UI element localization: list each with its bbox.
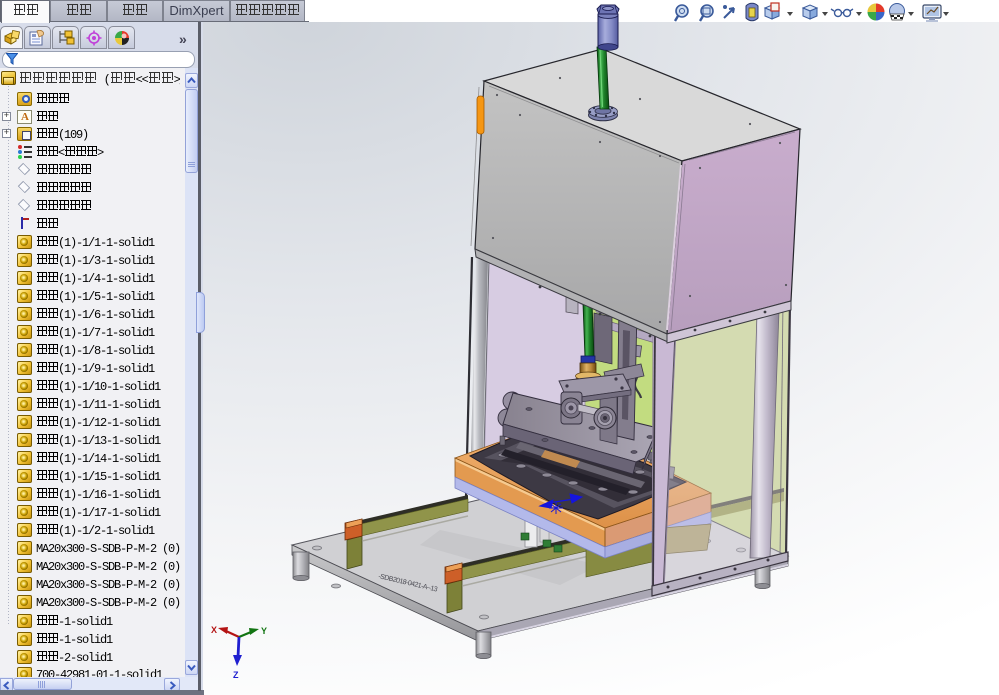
svg-text:X: X: [211, 625, 217, 635]
svg-text:Z: Z: [233, 670, 239, 680]
svg-text:Y: Y: [261, 626, 267, 636]
